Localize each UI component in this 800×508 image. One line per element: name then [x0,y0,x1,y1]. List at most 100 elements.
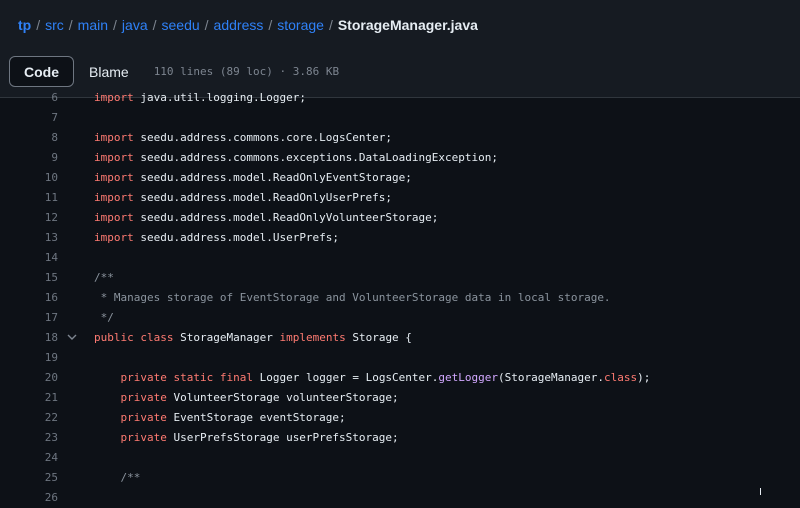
line-number[interactable]: 23 [45,428,58,448]
code-token: EventStorage eventStorage; [166,411,346,424]
code-text: */ [94,308,114,328]
code-line: 22 private EventStorage eventStorage; [0,408,800,428]
code-token: /** [120,471,141,484]
code-token: seedu.address.commons.exceptions.DataLoa… [133,151,498,164]
line-number[interactable]: 11 [45,188,58,208]
code-token: VolunteerStorage volunteerStorage; [166,391,399,404]
breadcrumb-link-storage[interactable]: storage [277,17,324,33]
code-line: 18 public class StorageManager implements… [0,328,800,348]
code-line: 13 import seedu.address.model.UserPrefs; [0,228,800,248]
line-number[interactable]: 7 [51,108,58,128]
text-cursor [760,488,761,495]
breadcrumb-link-tp[interactable]: tp [18,17,31,33]
code-line: 15 /** [0,268,800,288]
code-token: import [94,151,134,164]
code-line: 19 [0,348,800,368]
code-token: seedu.address.model.ReadOnlyUserPrefs; [133,191,393,204]
code-text: public class StorageManager implements S… [94,328,412,348]
code-token: import [94,211,134,224]
code-text: import seedu.address.model.UserPrefs; [94,228,339,248]
code-token: getLogger [438,371,499,384]
line-number[interactable]: 10 [45,168,58,188]
code-token: private [120,391,167,404]
line-number[interactable]: 17 [45,308,58,328]
code-token: seedu.address.model.UserPrefs; [133,231,340,244]
breadcrumb-separator: / [113,17,117,33]
line-number[interactable]: 15 [45,268,58,288]
fold-chevron-icon[interactable] [67,328,79,348]
code-text: private static final Logger logger = Log… [94,368,651,388]
line-number[interactable]: 13 [45,228,58,248]
line-number[interactable]: 26 [45,488,58,508]
code-token: /** [94,271,114,284]
code-text: * Manages storage of EventStorage and Vo… [94,288,611,308]
code-text: import seedu.address.model.ReadOnlyVolun… [94,208,438,228]
code-token: */ [94,311,114,324]
breadcrumb-link-seedu[interactable]: seedu [162,17,200,33]
breadcrumb-link-address[interactable]: address [214,17,264,33]
breadcrumb-link-src[interactable]: src [45,17,64,33]
code-token: import [94,231,134,244]
code-viewer[interactable]: 6 import java.util.logging.Logger; 7 8 impor… [0,88,800,504]
code-line: 7 [0,108,800,128]
code-token: import [94,91,134,104]
code-line: 11 import seedu.address.model.ReadOnlyUse… [0,188,800,208]
line-number[interactable]: 6 [51,88,58,108]
breadcrumb-link-java[interactable]: java [122,17,148,33]
code-text: import seedu.address.model.ReadOnlyUserP… [94,188,392,208]
breadcrumb-separator: / [328,17,333,33]
line-number[interactable]: 16 [45,288,58,308]
code-text: import seedu.address.model.ReadOnlyEvent… [94,168,412,188]
file-header: tp / src / main / java / seedu / address / storage / S… [0,0,800,98]
code-line: 12 import seedu.address.model.ReadOnlyVol… [0,208,800,228]
code-line: 21 private VolunteerStorage volunteerSto… [0,388,800,408]
code-line: 16 * Manages storage of EventStorage and… [0,288,800,308]
line-number[interactable]: 19 [45,348,58,368]
code-token: public [94,331,134,344]
code-text: import seedu.address.commons.exceptions.… [94,148,498,168]
code-button[interactable]: Code [9,56,74,87]
line-number[interactable]: 18 [45,328,58,348]
code-token: static [173,371,214,384]
code-token: * Manages storage of EventStorage and Vo… [94,291,611,304]
code-text: import java.util.logging.Logger; [94,88,306,108]
line-number[interactable]: 24 [45,448,58,468]
breadcrumb-separator: / [204,17,209,33]
code-token: import [94,131,134,144]
code-token: UserPrefsStorage userPrefsStorage; [166,431,399,444]
line-number[interactable]: 9 [51,148,58,168]
breadcrumb-link-main[interactable]: main [78,17,108,33]
code-line: 8 import seedu.address.commons.core.LogsC… [0,128,800,148]
code-line: 24 [0,448,800,468]
line-number[interactable]: 14 [45,248,58,268]
code-line: 20 private static final Logger logger = … [0,368,800,388]
code-token: ); [637,371,651,384]
code-token: (StorageManager. [498,371,604,384]
code-token: implements [279,331,346,344]
line-number[interactable]: 25 [45,468,58,488]
breadcrumb-separator: / [36,17,41,33]
code-token: class [604,371,638,384]
code-line: 23 private UserPrefsStorage userPrefsSto… [0,428,800,448]
code-line: 6 import java.util.logging.Logger; [0,88,800,108]
line-number[interactable]: 8 [51,128,58,148]
code-text: private UserPrefsStorage userPrefsStorag… [94,428,399,448]
code-token: class [140,331,174,344]
file-info: 110 lines (89 loc) · 3.86 KB [153,65,340,78]
line-number[interactable]: 22 [45,408,58,428]
line-number[interactable]: 12 [45,208,58,228]
code-line: 10 import seedu.address.model.ReadOnlyEve… [0,168,800,188]
breadcrumb-separator: / [268,17,273,33]
code-text: import seedu.address.commons.core.LogsCe… [94,128,392,148]
code-token: Storage { [345,331,412,344]
line-number[interactable]: 20 [45,368,58,388]
line-number[interactable]: 21 [45,388,58,408]
blame-button[interactable]: Blame [74,56,144,87]
code-text: private VolunteerStorage volunteerStorag… [94,388,399,408]
code-token: import [94,191,134,204]
code-token: private [120,411,167,424]
code-token: private [120,371,167,384]
view-toggle: Code Blame [9,56,144,87]
